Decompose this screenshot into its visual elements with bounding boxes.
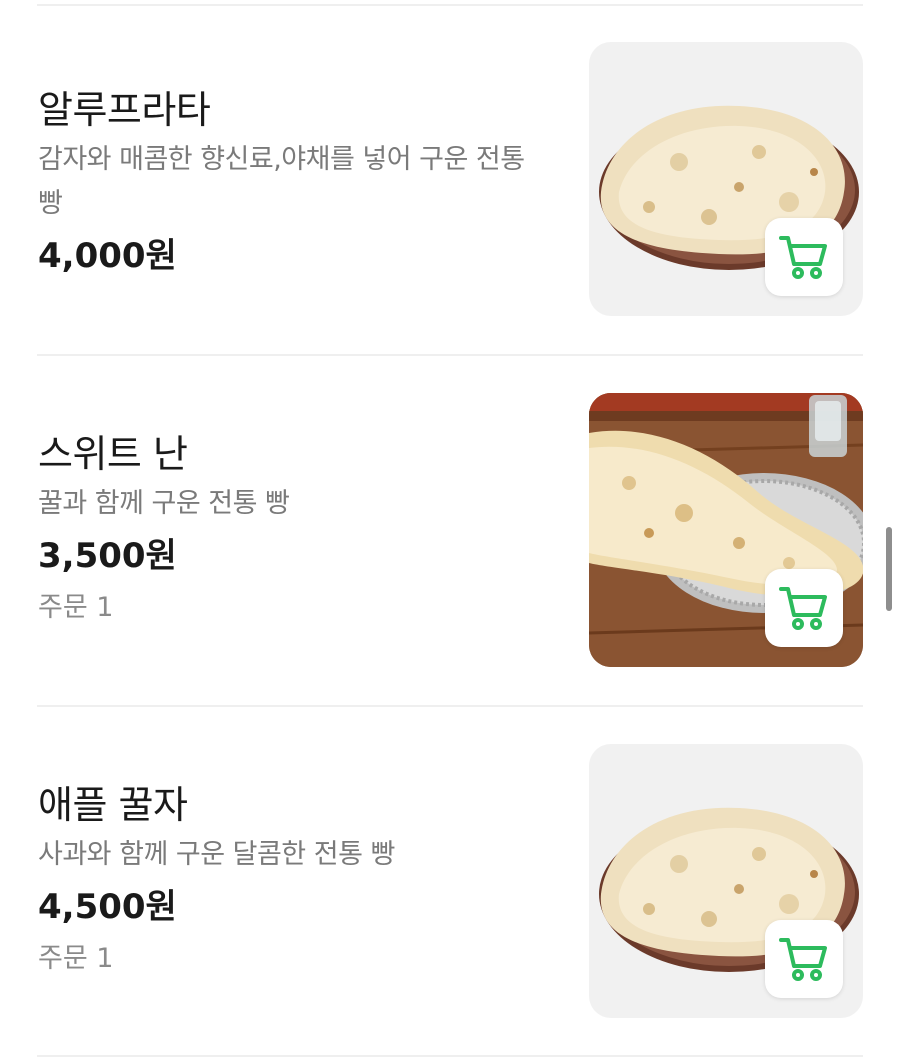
menu-item-photo[interactable]: [589, 744, 863, 1018]
menu-item-price: 4,000원: [38, 236, 177, 276]
menu-item-description: 감자와 매콤한 향신료,야채를 넣어 구운 전통 빵: [38, 144, 525, 219]
add-to-cart-button[interactable]: [765, 920, 843, 998]
menu-item-description: 사과와 함께 구운 달콤한 전통 빵: [38, 839, 395, 870]
menu-item-photo[interactable]: [589, 393, 863, 667]
shopping-cart-icon: [779, 236, 827, 279]
scrollbar[interactable]: [886, 527, 892, 611]
shopping-cart-icon: [779, 587, 827, 630]
shopping-cart-icon: [779, 938, 827, 981]
menu-item-photo[interactable]: [589, 42, 863, 316]
menu-item-order-count: 주문 1: [38, 943, 114, 974]
menu-item-aloo-paratha[interactable]: 알루프라타 감자와 매콤한 향신료,야채를 넣어 구운 전통 빵 4,000원: [0, 6, 900, 357]
menu-item-info: 알루프라타 감자와 매콤한 향신료,야채를 넣어 구운 전통 빵 4,000원: [38, 88, 558, 280]
menu-item-price: 4,500원: [38, 887, 177, 927]
menu-item-order-count: 주문 1: [38, 592, 114, 623]
menu-item-name: 알루프라타: [38, 88, 211, 132]
menu-item-sweet-naan[interactable]: 스위트 난 꿀과 함께 구운 전통 빵 3,500원 주문 1: [0, 356, 900, 707]
item-divider: [37, 1055, 863, 1057]
menu-item-description: 꿀과 함께 구운 전통 빵: [38, 488, 290, 519]
menu-item-name: 애플 꿀자: [38, 783, 188, 827]
menu-item-name: 스위트 난: [38, 432, 188, 476]
menu-item-apple-kulcha[interactable]: 애플 꿀자 사과와 함께 구운 달콤한 전통 빵 4,500원 주문 1: [0, 707, 900, 1058]
menu-item-price: 3,500원: [38, 536, 177, 576]
add-to-cart-button[interactable]: [765, 569, 843, 647]
menu-item-info: 스위트 난 꿀과 함께 구운 전통 빵 3,500원 주문 1: [38, 432, 558, 630]
add-to-cart-button[interactable]: [765, 218, 843, 296]
menu-item-info: 애플 꿀자 사과와 함께 구운 달콤한 전통 빵 4,500원 주문 1: [38, 783, 558, 981]
